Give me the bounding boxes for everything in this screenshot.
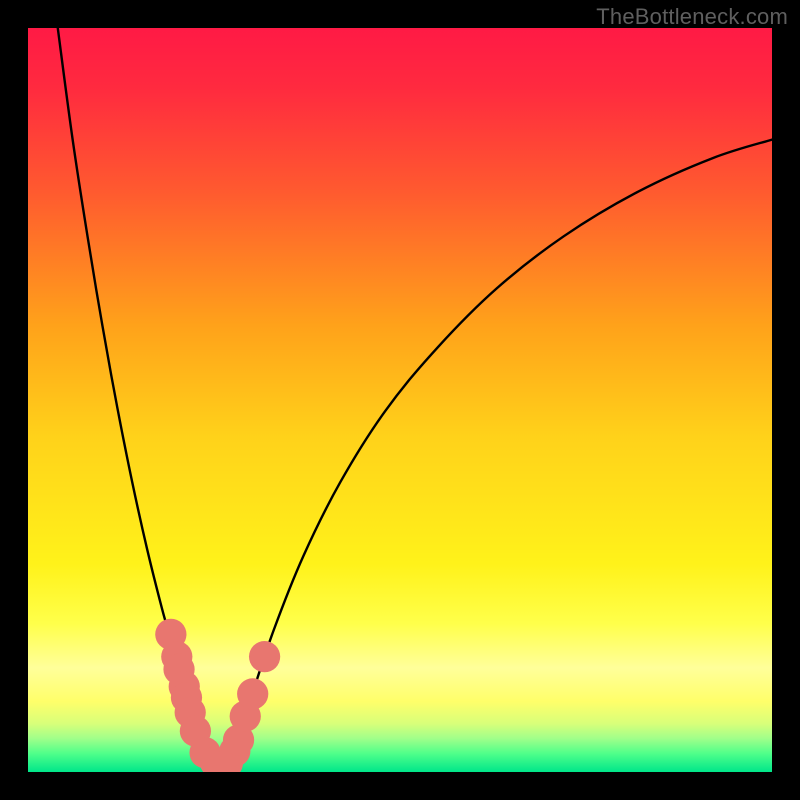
chart-frame: TheBottleneck.com: [0, 0, 800, 800]
plot-area: [28, 28, 772, 772]
gradient-background: [28, 28, 772, 772]
watermark-text: TheBottleneck.com: [596, 4, 788, 30]
highlight-dot: [249, 641, 280, 672]
plot-svg: [28, 28, 772, 772]
highlight-dot: [237, 678, 268, 709]
